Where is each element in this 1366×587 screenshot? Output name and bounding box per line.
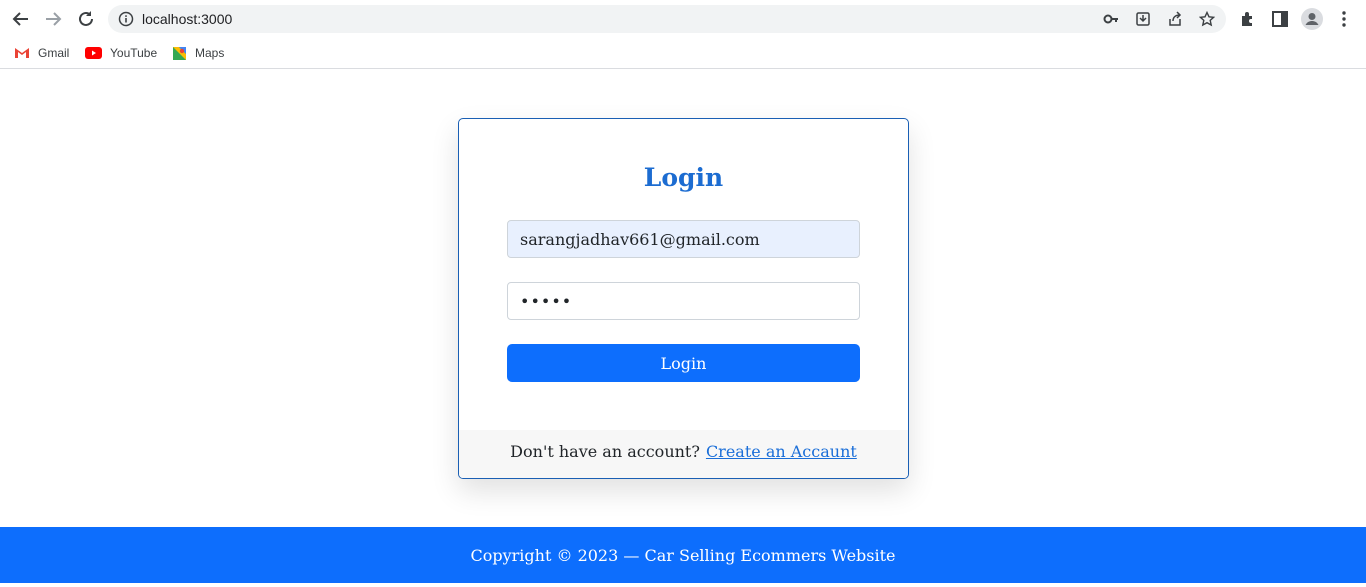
extensions-icon[interactable] [1238,9,1258,29]
signup-prompt: Don't have an account? [510,441,700,461]
key-icon[interactable] [1103,11,1119,27]
password-input[interactable]: ••••• [507,282,860,320]
share-icon[interactable] [1167,11,1183,27]
login-button[interactable]: Login [507,344,860,382]
forward-button[interactable] [41,7,65,31]
side-panel-icon[interactable] [1270,9,1290,29]
bookmark-label: Maps [195,46,225,60]
reload-button[interactable] [74,7,98,31]
back-button[interactable] [9,7,33,31]
login-title: Login [643,163,724,192]
card-footer: Don't have an account? Create an Accaunt [459,430,908,478]
youtube-icon [85,47,102,59]
bookmarks-bar: Gmail YouTube Maps [0,38,1366,69]
bookmark-label: Gmail [38,46,70,60]
bookmark-maps[interactable]: Maps [172,43,224,63]
reload-icon [79,11,93,26]
address-bar[interactable]: localhost:3000 [108,5,1226,33]
url-text: localhost:3000 [142,11,233,27]
gmail-icon [15,48,29,58]
star-icon[interactable] [1199,11,1215,27]
bookmark-gmail[interactable]: Gmail [14,43,69,63]
bookmark-label: YouTube [110,46,158,60]
arrow-right-icon [46,12,62,26]
email-input[interactable]: sarangjadhav661@gmail.com [507,220,860,258]
install-icon[interactable] [1135,11,1151,27]
arrow-left-icon [12,12,28,26]
bookmark-youtube[interactable]: YouTube [85,43,157,63]
create-account-link[interactable]: Create an Accaunt [706,442,857,461]
profile-avatar-icon[interactable] [1301,8,1323,30]
page-footer: Copyright © 2023 — Car Selling Ecommers … [0,527,1366,583]
login-card: Login sarangjadhav661@gmail.com ••••• Lo… [458,118,909,479]
info-icon[interactable] [118,11,134,27]
menu-kebab-icon[interactable] [1334,9,1354,29]
browser-toolbar: localhost:3000 [0,0,1366,38]
maps-icon [173,46,186,60]
copyright-text: Copyright © 2023 — Car Selling Ecommers … [470,545,896,565]
